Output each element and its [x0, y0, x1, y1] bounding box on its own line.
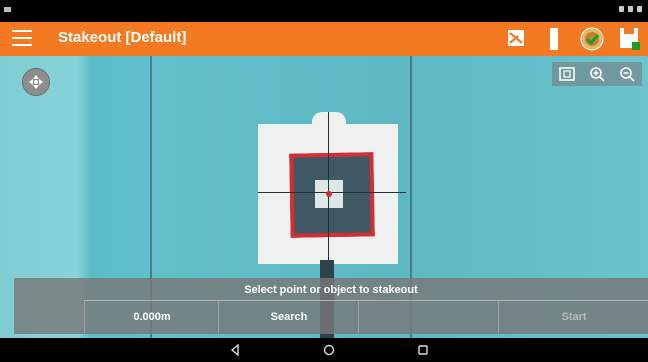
- page-title: Stakeout [Default]: [58, 29, 187, 46]
- zoom-in-icon: [590, 67, 605, 82]
- back-icon[interactable]: [229, 344, 241, 356]
- extent-icon: [559, 67, 575, 81]
- stakeout-message: Select point or object to stakeout: [244, 284, 418, 296]
- status-icons: [619, 6, 642, 12]
- target-point: [326, 191, 332, 197]
- zoom-out-button[interactable]: [612, 62, 642, 86]
- zoom-in-button[interactable]: [582, 62, 612, 86]
- search-button[interactable]: Search: [218, 301, 359, 333]
- status-bar: [0, 0, 648, 22]
- hamburger-menu-icon[interactable]: [12, 30, 32, 46]
- map-controls: [552, 62, 642, 86]
- gnss-status-icon[interactable]: [580, 27, 604, 51]
- zoom-extent-button[interactable]: [552, 62, 582, 86]
- signal-icon: [628, 6, 633, 12]
- system-navigation-bar: [0, 338, 648, 362]
- empty-cell: [358, 301, 499, 333]
- distance-value: 0.000m: [84, 301, 219, 333]
- notification-icon: [4, 7, 11, 12]
- zoom-out-icon: [620, 67, 635, 82]
- start-button[interactable]: Start: [498, 301, 648, 333]
- move-icon: [29, 75, 43, 89]
- map-layers-icon[interactable]: [506, 28, 526, 48]
- wifi-icon: [619, 6, 624, 12]
- stakeout-panel: Select point or object to stakeout 0.000…: [14, 278, 648, 334]
- app-bar: Stakeout [Default]: [0, 22, 648, 56]
- recent-apps-icon[interactable]: [417, 344, 429, 356]
- battery-icon: [637, 6, 642, 12]
- home-icon[interactable]: [323, 344, 335, 356]
- pole-icon[interactable]: [547, 28, 561, 50]
- crosshair-horizontal: [258, 192, 406, 193]
- save-icon[interactable]: [618, 26, 642, 52]
- pan-navigation-button[interactable]: [22, 68, 50, 96]
